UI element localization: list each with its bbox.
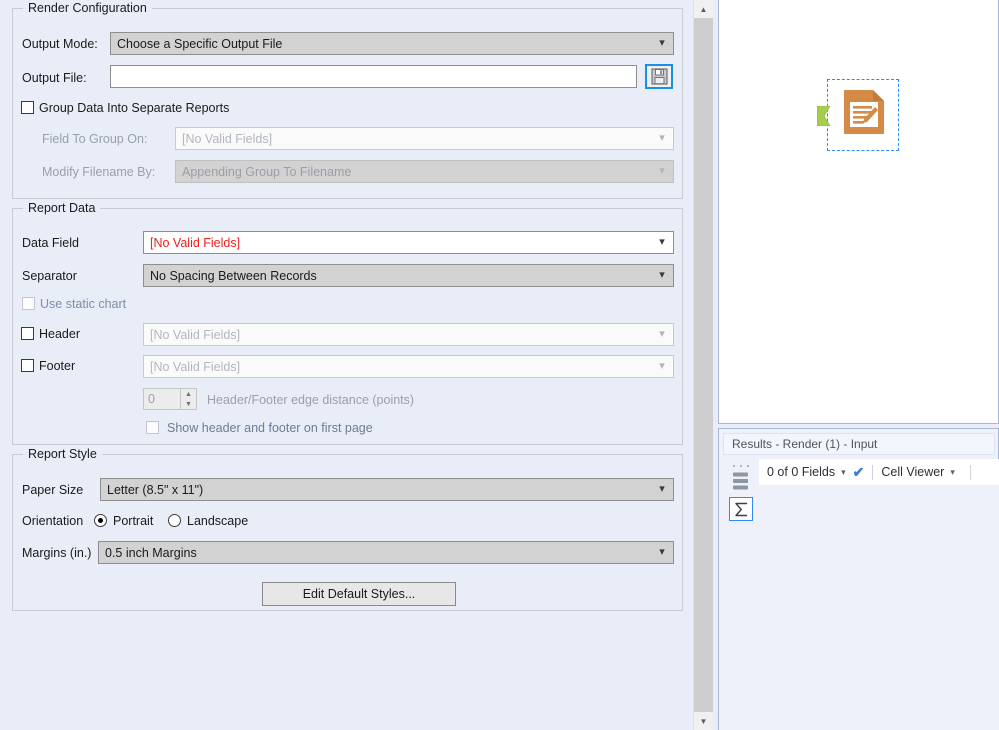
output-file-label: Output File: [22, 71, 87, 85]
edge-distance-stepper[interactable]: 0 ▲ ▼ [143, 388, 197, 410]
report-data-title: Report Data [23, 201, 101, 215]
cell-viewer-dropdown-icon[interactable]: ▾ [944, 467, 962, 478]
separator-label: Separator [22, 269, 77, 283]
data-field-label: Data Field [22, 236, 79, 250]
results-grid[interactable] [759, 485, 999, 730]
input-connector-icon [817, 106, 831, 126]
toolbar-separator-2 [969, 464, 971, 480]
chevron-down-icon: ▾ [659, 328, 665, 340]
report-document-icon [844, 90, 884, 134]
field-to-group-combobox[interactable]: [No Valid Fields] ▾ [175, 127, 674, 150]
output-mode-combobox[interactable]: Choose a Specific Output File ▾ [110, 32, 674, 55]
modify-filename-label: Modify Filename By: [42, 165, 156, 179]
chevron-down-icon: ▾ [659, 360, 665, 372]
fields-dropdown-icon[interactable]: ▾ [835, 467, 853, 478]
render-configuration-pane: Render Configuration Output Mode: Choose… [0, 0, 693, 730]
separator-value: No Spacing Between Records [150, 268, 317, 283]
header-label: Header [39, 327, 80, 341]
field-to-group-label: Field To Group On: [42, 132, 148, 146]
cell-viewer-label: Cell Viewer [881, 465, 945, 479]
header-field-combobox[interactable]: [No Valid Fields] ▾ [143, 323, 674, 346]
scroll-down-arrow-icon[interactable]: ▼ [694, 712, 713, 730]
footer-field-value: [No Valid Fields] [150, 359, 241, 374]
stepper-down-icon[interactable]: ▼ [181, 399, 196, 409]
results-side-rail [727, 461, 757, 730]
checkmark-icon[interactable]: ✔ [853, 464, 865, 481]
stepper-up-icon[interactable]: ▲ [181, 389, 196, 399]
paper-size-label: Paper Size [22, 483, 84, 497]
edge-distance-value: 0 [148, 392, 155, 406]
footer-field-combobox[interactable]: [No Valid Fields] ▾ [143, 355, 674, 378]
data-field-combobox[interactable]: [No Valid Fields] ▾ [143, 231, 674, 254]
chevron-down-icon: ▾ [659, 132, 665, 144]
chevron-down-icon: ▾ [659, 236, 665, 248]
header-field-value: [No Valid Fields] [150, 327, 241, 342]
toolbar-separator [872, 464, 874, 480]
results-body: 0 of 0 Fields ▾ ✔ Cell Viewer ▾ [719, 459, 999, 730]
field-to-group-value: [No Valid Fields] [182, 131, 273, 146]
output-mode-label: Output Mode: [22, 37, 98, 51]
chevron-down-icon: ▾ [659, 546, 665, 558]
footer-checkbox[interactable] [21, 359, 34, 372]
chevron-down-icon: ▾ [659, 165, 665, 177]
scrollbar-thumb[interactable] [694, 18, 713, 712]
header-checkbox[interactable] [21, 327, 34, 340]
modify-filename-combobox[interactable]: Appending Group To Filename ▾ [175, 160, 674, 183]
orientation-portrait-label: Portrait [113, 514, 154, 528]
render-configuration-title: Render Configuration [23, 1, 152, 15]
grip-dots-icon[interactable] [733, 463, 749, 469]
orientation-portrait-radio[interactable] [94, 514, 107, 527]
group-data-checkbox[interactable] [21, 101, 34, 114]
separator-combobox[interactable]: No Spacing Between Records ▾ [143, 264, 674, 287]
report-style-title: Report Style [23, 447, 102, 461]
modify-filename-value: Appending Group To Filename [182, 164, 352, 179]
chevron-down-icon: ▾ [659, 483, 665, 495]
right-pane: Results - Render (1) - Input 0 of 0 Fiel… [713, 0, 999, 730]
browse-output-file-button[interactable] [645, 64, 673, 89]
margins-label: Margins (in.) [22, 546, 92, 560]
paper-size-combobox[interactable]: Letter (8.5" x 11") ▾ [100, 478, 674, 501]
sigma-glyph [734, 502, 747, 516]
group-data-label: Group Data Into Separate Reports [39, 101, 230, 115]
paper-size-value: Letter (8.5" x 11") [107, 482, 204, 497]
orientation-landscape-label: Landscape [187, 514, 249, 528]
results-title: Results - Render (1) - Input [723, 433, 995, 455]
edit-default-styles-button[interactable]: Edit Default Styles... [262, 582, 456, 606]
chevron-down-icon: ▾ [659, 37, 665, 49]
results-pane: Results - Render (1) - Input 0 of 0 Fiel… [718, 428, 999, 730]
render-tool-node[interactable] [817, 79, 899, 151]
margins-value: 0.5 inch Margins [105, 545, 197, 560]
stacked-layers-icon[interactable] [732, 471, 749, 491]
footer-label: Footer [39, 359, 76, 373]
scroll-up-arrow-icon[interactable]: ▲ [694, 0, 713, 18]
workflow-canvas[interactable] [718, 0, 999, 424]
orientation-landscape-radio[interactable] [168, 514, 181, 527]
edge-distance-label: Header/Footer edge distance (points) [207, 393, 415, 407]
output-file-input[interactable] [110, 65, 637, 88]
use-static-chart-label: Use static chart [40, 297, 127, 311]
chevron-down-icon: ▾ [659, 269, 665, 281]
config-vertical-scrollbar[interactable]: ▲ ▼ [693, 0, 713, 730]
use-static-chart-checkbox[interactable] [22, 297, 35, 310]
data-field-value: [No Valid Fields] [150, 235, 241, 250]
app-root: Render Configuration Output Mode: Choose… [0, 0, 999, 730]
show-header-footer-label: Show header and footer on first page [167, 421, 373, 435]
edit-default-styles-label: Edit Default Styles... [302, 587, 416, 601]
stepper-buttons[interactable]: ▲ ▼ [180, 389, 196, 409]
output-mode-value: Choose a Specific Output File [117, 36, 283, 51]
sigma-icon[interactable] [729, 497, 753, 521]
show-header-footer-checkbox[interactable] [146, 421, 159, 434]
orientation-label: Orientation [22, 514, 84, 528]
results-toolbar: 0 of 0 Fields ▾ ✔ Cell Viewer ▾ [759, 459, 999, 485]
fields-count-label: 0 of 0 Fields [767, 465, 836, 479]
floppy-disk-icon [650, 68, 668, 85]
margins-combobox[interactable]: 0.5 inch Margins ▾ [98, 541, 674, 564]
